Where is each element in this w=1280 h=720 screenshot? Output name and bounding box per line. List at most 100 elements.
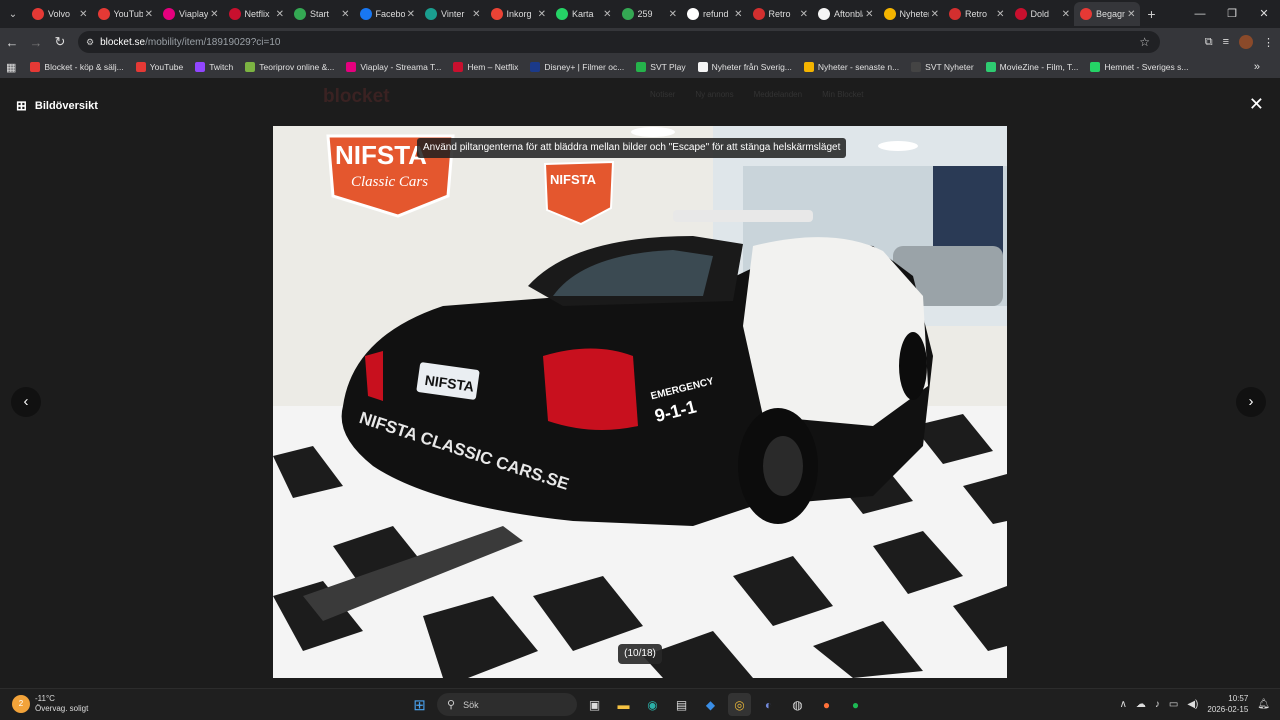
bookmark-item[interactable]: Nyheter från Sverig... bbox=[697, 62, 792, 72]
reload-button[interactable]: ↻ bbox=[48, 34, 72, 50]
tab-favicon-icon bbox=[490, 8, 503, 20]
browser-tab[interactable]: Volvo ✕ bbox=[26, 2, 92, 26]
viewer-title[interactable]: ⊞ Bildöversikt bbox=[16, 98, 98, 114]
tab-close-icon[interactable]: ✕ bbox=[79, 9, 87, 20]
new-tab-button[interactable]: + bbox=[1140, 6, 1164, 22]
bookmark-item[interactable]: Nyheter - senaste n... bbox=[803, 62, 899, 72]
mail-app-icon[interactable]: ◆ bbox=[699, 693, 722, 716]
start-menu-icon[interactable]: ⊞ bbox=[408, 693, 431, 716]
tab-close-icon[interactable]: ✕ bbox=[407, 9, 415, 20]
back-button[interactable]: ← bbox=[0, 35, 24, 50]
weather-widget[interactable]: 2 -11°C Övervag. soligt bbox=[12, 694, 88, 714]
bookmarks-overflow-icon[interactable]: » bbox=[1254, 61, 1260, 73]
taskbar-search[interactable]: ⚲ Sök bbox=[437, 693, 577, 716]
close-viewer-button[interactable]: ✕ bbox=[1249, 94, 1264, 115]
tab-close-icon[interactable]: ✕ bbox=[865, 9, 873, 20]
bookmark-item[interactable]: MovieZine - Film, T... bbox=[985, 62, 1078, 72]
toolbar-actions: ⧉ ≡ ⋮ bbox=[1205, 28, 1274, 56]
browser-tab[interactable]: refund ✕ bbox=[681, 2, 747, 26]
taskbar-search-placeholder: Sök bbox=[463, 699, 479, 710]
bookmark-favicon-icon bbox=[346, 62, 357, 72]
background-logo: blocket bbox=[323, 86, 390, 107]
bookmark-item[interactable]: Blocket - köp & sälj... bbox=[30, 62, 124, 72]
edge-browser-icon[interactable]: ◉ bbox=[641, 693, 664, 716]
tab-close-icon[interactable]: ✕ bbox=[210, 9, 218, 20]
bookmark-item[interactable]: Disney+ | Filmer oc... bbox=[530, 62, 624, 72]
notification-bell-icon[interactable]: 🔔︎ bbox=[1257, 699, 1270, 710]
tab-close-icon[interactable]: ✕ bbox=[341, 9, 349, 20]
browser-tab[interactable]: Viaplay ✕ bbox=[157, 2, 223, 26]
bookmark-item[interactable]: SVT Nyheter bbox=[911, 62, 974, 72]
bookmark-item[interactable]: Twitch bbox=[195, 62, 233, 72]
bookmark-item[interactable]: YouTube bbox=[135, 62, 183, 72]
background-nav-item: Meddelanden bbox=[753, 90, 803, 99]
next-image-button[interactable]: › bbox=[1236, 387, 1266, 417]
bookmark-item[interactable]: SVT Play bbox=[636, 62, 686, 72]
browser-tab[interactable]: Inkorg ✕ bbox=[485, 2, 551, 26]
maximize-button[interactable]: ❐ bbox=[1216, 0, 1248, 28]
tab-close-icon[interactable]: ✕ bbox=[996, 9, 1004, 20]
onedrive-icon[interactable]: ☁ bbox=[1136, 699, 1146, 710]
tab-title: Retro bbox=[768, 9, 791, 19]
chrome-icon[interactable]: ◎ bbox=[728, 693, 751, 716]
firefox-icon[interactable]: ● bbox=[815, 693, 838, 716]
tab-close-icon[interactable]: ✕ bbox=[472, 9, 480, 20]
browser-tab[interactable]: Begagnat✕ bbox=[1074, 2, 1140, 26]
spotify-icon[interactable]: ● bbox=[844, 693, 867, 716]
close-window-button[interactable]: ✕ bbox=[1248, 0, 1280, 28]
tray-overflow-icon[interactable]: ∧ bbox=[1120, 699, 1127, 710]
bookmark-item[interactable]: Teoriprov online &... bbox=[245, 62, 334, 72]
bookmark-item[interactable]: Hem – Netflix bbox=[453, 62, 518, 72]
tab-search-icon[interactable]: ⌄ bbox=[0, 0, 26, 28]
file-explorer-icon[interactable]: ▬ bbox=[612, 693, 635, 716]
browser-tab[interactable]: Start ✕ bbox=[288, 2, 354, 26]
steam-icon[interactable]: ◍ bbox=[786, 693, 809, 716]
extensions-icon[interactable]: ⧉ bbox=[1205, 36, 1213, 49]
discord-icon[interactable]: ◐ bbox=[757, 693, 780, 716]
forward-button[interactable]: → bbox=[24, 35, 48, 50]
bookmark-star-icon[interactable]: ☆ bbox=[1139, 35, 1150, 49]
tab-close-icon[interactable]: ✕ bbox=[145, 9, 153, 20]
url-path: /mobility/item/18919029?ci=10 bbox=[145, 36, 281, 48]
tab-favicon-icon bbox=[556, 8, 568, 20]
browser-tab[interactable]: Nyheter ✕ bbox=[878, 2, 944, 26]
tab-close-icon[interactable]: ✕ bbox=[1062, 9, 1070, 20]
browser-tab[interactable]: 259 ✕ bbox=[616, 2, 682, 26]
browser-tab[interactable]: Vinter ✕ bbox=[419, 2, 485, 26]
microphone-icon[interactable]: ♪ bbox=[1155, 699, 1160, 710]
store-icon[interactable]: ▤ bbox=[670, 693, 693, 716]
background-nav-item: Ny annons bbox=[695, 90, 734, 99]
tab-close-icon[interactable]: ✕ bbox=[931, 9, 939, 20]
background-nav-item: Notiser bbox=[650, 90, 676, 99]
task-view-icon[interactable]: ▣ bbox=[583, 693, 606, 716]
minimize-button[interactable]: — bbox=[1184, 0, 1216, 28]
address-bar[interactable]: ⚙ blocket.se/mobility/item/18919029?ci=1… bbox=[78, 31, 1160, 53]
browser-tab[interactable]: Karta ✕ bbox=[550, 2, 616, 26]
apps-grid-icon[interactable]: ▦ bbox=[6, 61, 16, 74]
browser-tab[interactable]: Aftonbladet✕ bbox=[812, 2, 878, 26]
profile-avatar[interactable] bbox=[1239, 35, 1253, 49]
tab-close-icon[interactable]: ✕ bbox=[538, 9, 546, 20]
browser-tab[interactable]: Dold ✕ bbox=[1009, 2, 1075, 26]
clock[interactable]: 10:57 2026-02-15 bbox=[1207, 693, 1248, 715]
browser-menu-icon[interactable]: ⋮ bbox=[1263, 36, 1274, 49]
tab-close-icon[interactable]: ✕ bbox=[603, 9, 611, 20]
volume-icon[interactable]: ◀) bbox=[1187, 699, 1198, 710]
browser-tab[interactable]: Netflix ✕ bbox=[223, 2, 289, 26]
browser-tab[interactable]: Retro ✕ bbox=[747, 2, 813, 26]
tab-close-icon[interactable]: ✕ bbox=[276, 9, 284, 20]
network-icon[interactable]: ▭ bbox=[1169, 699, 1178, 710]
site-info-icon[interactable]: ⚙ bbox=[86, 37, 94, 48]
tab-close-icon[interactable]: ✕ bbox=[734, 9, 742, 20]
browser-tab[interactable]: Retro ✕ bbox=[943, 2, 1009, 26]
tab-close-icon[interactable]: ✕ bbox=[669, 9, 677, 20]
previous-image-button[interactable]: ‹ bbox=[11, 387, 41, 417]
media-control-icon[interactable]: ≡ bbox=[1223, 36, 1229, 48]
car-photo-illustration: NIFSTA Classic Cars NIFSTA NIFSTA NIFSTA… bbox=[273, 126, 1007, 678]
tab-close-icon[interactable]: ✕ bbox=[800, 9, 808, 20]
tab-close-icon[interactable]: ✕ bbox=[1127, 9, 1135, 20]
bookmark-item[interactable]: Viaplay - Streama T... bbox=[346, 62, 441, 72]
browser-tab[interactable]: Facebook✕ bbox=[354, 2, 420, 26]
bookmark-item[interactable]: Hemnet - Sveriges s... bbox=[1090, 62, 1188, 72]
browser-tab[interactable]: YouTube✕ bbox=[92, 2, 158, 26]
